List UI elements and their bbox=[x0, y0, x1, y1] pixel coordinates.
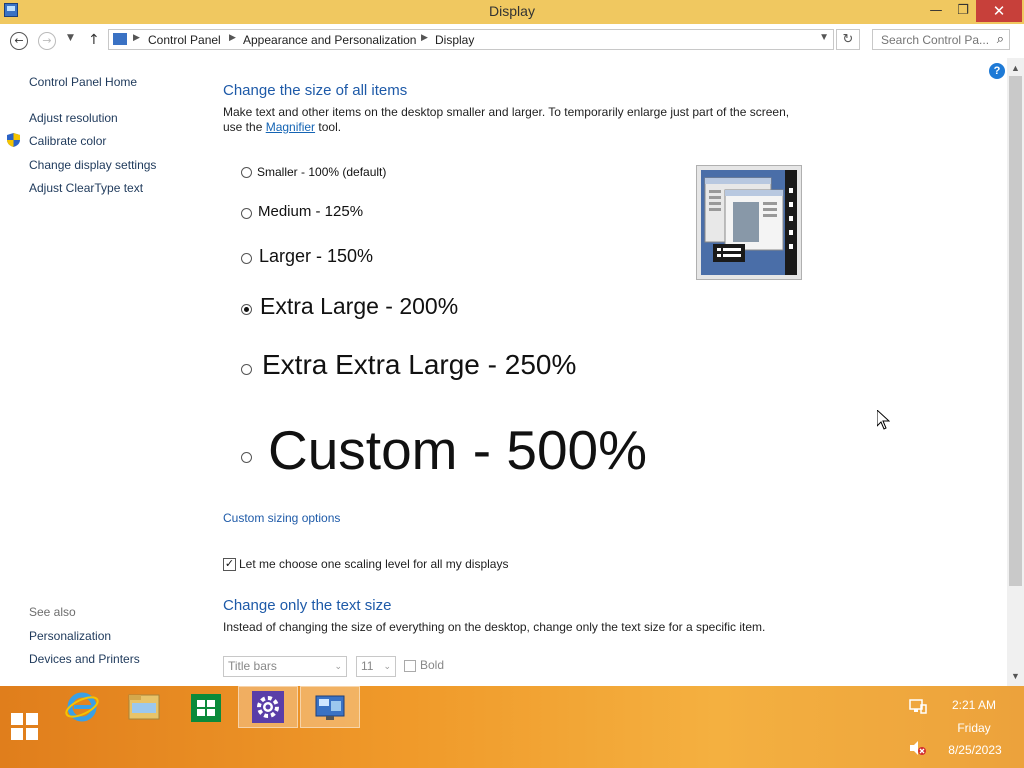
start-button[interactable] bbox=[11, 713, 39, 741]
control-panel-icon bbox=[113, 33, 127, 45]
radio-extra-extra-large[interactable] bbox=[241, 364, 252, 375]
sidebar-change-display-settings[interactable]: Change display settings bbox=[29, 158, 156, 172]
address-bar[interactable]: ▶ Control Panel ▶ Appearance and Persona… bbox=[108, 29, 834, 50]
recent-locations-dropdown[interactable]: ▼ bbox=[67, 33, 74, 43]
custom-sizing-options-link[interactable]: Custom sizing options bbox=[223, 511, 340, 525]
title-bar: Display — ❐ ✕ bbox=[0, 0, 1024, 24]
forward-button[interactable]: → bbox=[38, 32, 56, 50]
clock-time[interactable]: 2:21 AM bbox=[944, 698, 1004, 712]
help-icon[interactable]: ? bbox=[989, 63, 1005, 79]
folder-icon bbox=[128, 694, 160, 720]
window-title: Display bbox=[489, 3, 535, 19]
taskbar: 2:21 AM Friday 8/25/2023 bbox=[0, 686, 1024, 768]
scrollbar-thumb[interactable] bbox=[1009, 76, 1022, 586]
mouse-cursor-icon bbox=[877, 410, 890, 430]
chevron-right-icon[interactable]: ▶ bbox=[133, 32, 140, 43]
sidebar-devices-and-printers[interactable]: Devices and Printers bbox=[29, 652, 140, 666]
option-smaller-label[interactable]: Smaller - 100% (default) bbox=[257, 165, 386, 179]
section-description: Make text and other items on the desktop… bbox=[223, 105, 803, 135]
font-size-select[interactable]: 11 ⌄ bbox=[356, 656, 396, 677]
clock-day[interactable]: Friday bbox=[944, 721, 1004, 735]
scroll-up-icon[interactable]: ▲ bbox=[1011, 63, 1020, 73]
close-button[interactable]: ✕ bbox=[976, 0, 1022, 22]
content-area: Control Panel Home Adjust resolution Cal… bbox=[0, 58, 1024, 686]
option-larger-label[interactable]: Larger - 150% bbox=[259, 246, 373, 267]
back-button[interactable]: ← bbox=[10, 32, 28, 50]
item-select[interactable]: Title bars ⌄ bbox=[223, 656, 347, 677]
internet-explorer-taskbar-button[interactable] bbox=[52, 686, 112, 728]
gear-icon bbox=[252, 691, 284, 723]
radio-custom[interactable] bbox=[241, 452, 252, 463]
option-extra-extra-large-label[interactable]: Extra Extra Large - 250% bbox=[262, 349, 576, 381]
font-size-select-value: 11 bbox=[361, 659, 374, 673]
refresh-button[interactable]: ↻ bbox=[836, 29, 860, 50]
store-taskbar-button[interactable] bbox=[176, 686, 236, 728]
radio-smaller[interactable] bbox=[241, 167, 252, 178]
radio-extra-large[interactable] bbox=[241, 304, 252, 315]
sidebar-adjust-resolution[interactable]: Adjust resolution bbox=[29, 111, 118, 125]
clock-date[interactable]: 8/25/2023 bbox=[940, 743, 1010, 757]
bold-checkbox[interactable] bbox=[404, 660, 416, 672]
search-input[interactable] bbox=[879, 32, 993, 48]
section-heading-size: Change the size of all items bbox=[223, 82, 408, 99]
magnifier-link[interactable]: Magnifier bbox=[266, 120, 315, 134]
radio-medium[interactable] bbox=[241, 208, 252, 219]
restore-button[interactable]: ❐ bbox=[950, 0, 976, 22]
sidebar-control-panel-home[interactable]: Control Panel Home bbox=[29, 75, 137, 89]
volume-muted-icon[interactable] bbox=[909, 740, 927, 756]
sidebar-adjust-cleartype[interactable]: Adjust ClearType text bbox=[29, 181, 143, 195]
see-also-label: See also bbox=[29, 605, 76, 619]
sidebar-calibrate-color[interactable]: Calibrate color bbox=[29, 134, 106, 148]
scaling-preview-image bbox=[696, 165, 802, 280]
chevron-down-icon: ⌄ bbox=[383, 661, 391, 671]
up-button[interactable]: ↑ bbox=[88, 32, 100, 48]
description-text-end: tool. bbox=[315, 120, 342, 134]
file-explorer-taskbar-button[interactable] bbox=[114, 686, 174, 728]
scaling-level-checkbox-label[interactable]: Let me choose one scaling level for all … bbox=[239, 557, 508, 571]
search-box[interactable]: ⌕ bbox=[872, 29, 1010, 50]
radio-larger[interactable] bbox=[241, 253, 252, 264]
chevron-down-icon[interactable]: ▼ bbox=[819, 32, 829, 43]
store-icon bbox=[191, 694, 221, 722]
chevron-down-icon: ⌄ bbox=[334, 661, 342, 671]
display-control-panel-icon bbox=[315, 695, 345, 720]
scroll-down-icon[interactable]: ▼ bbox=[1011, 671, 1020, 681]
search-icon[interactable]: ⌕ bbox=[997, 31, 1004, 47]
sidebar-personalization[interactable]: Personalization bbox=[29, 629, 111, 643]
network-icon[interactable] bbox=[909, 699, 927, 715]
chevron-right-icon[interactable]: ▶ bbox=[229, 32, 236, 43]
minimize-button[interactable]: — bbox=[922, 0, 950, 22]
settings-taskbar-button[interactable] bbox=[238, 686, 298, 728]
option-custom-label[interactable]: Custom - 500% bbox=[268, 418, 647, 482]
navigation-bar: ← → ▼ ↑ ▶ Control Panel ▶ Appearance and… bbox=[0, 24, 1024, 58]
item-select-value: Title bars bbox=[228, 659, 277, 673]
bold-checkbox-label[interactable]: Bold bbox=[420, 658, 444, 672]
preview-illustration bbox=[701, 170, 797, 275]
section-heading-text-size: Change only the text size bbox=[223, 597, 392, 614]
option-extra-large-label[interactable]: Extra Large - 200% bbox=[260, 293, 458, 320]
chevron-right-icon[interactable]: ▶ bbox=[421, 32, 428, 43]
shield-icon bbox=[7, 133, 20, 147]
internet-explorer-icon bbox=[65, 692, 99, 722]
text-size-description: Instead of changing the size of everythi… bbox=[223, 620, 766, 634]
breadcrumb-control-panel[interactable]: Control Panel bbox=[148, 33, 221, 47]
option-medium-label[interactable]: Medium - 125% bbox=[258, 203, 363, 220]
breadcrumb-display[interactable]: Display bbox=[435, 33, 474, 47]
breadcrumb-appearance-personalization[interactable]: Appearance and Personalization bbox=[243, 33, 416, 47]
vertical-scrollbar[interactable]: ▲ ▼ bbox=[1007, 58, 1024, 686]
display-control-panel-taskbar-button[interactable] bbox=[300, 686, 360, 728]
scaling-level-checkbox[interactable]: ✓ bbox=[223, 558, 236, 571]
